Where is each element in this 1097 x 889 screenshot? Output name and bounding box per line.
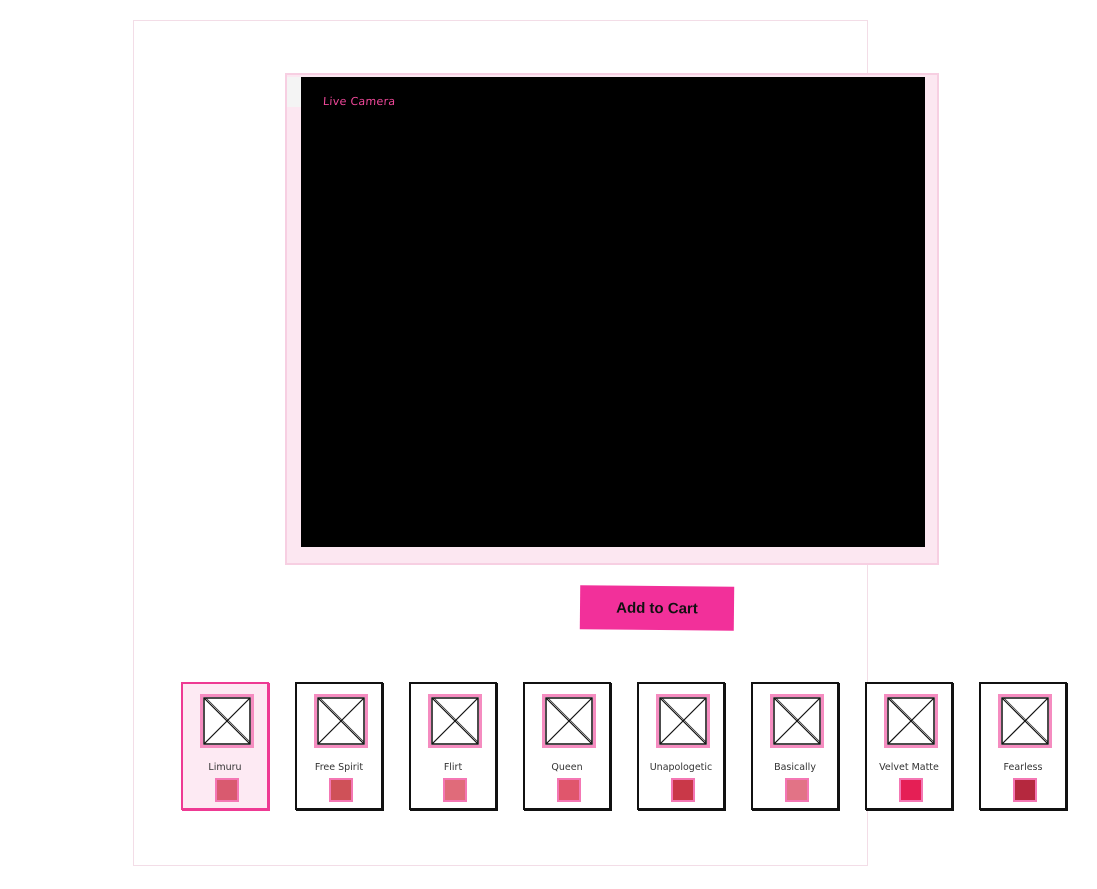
live-camera-view[interactable] — [301, 77, 925, 547]
shade-color-swatch — [671, 778, 695, 802]
image-placeholder-icon — [314, 694, 368, 748]
shade-color-swatch — [557, 778, 581, 802]
image-placeholder-icon — [884, 694, 938, 748]
image-placeholder-icon — [656, 694, 710, 748]
shade-card[interactable]: Velvet Matte — [865, 682, 953, 810]
shade-color-swatch — [215, 778, 239, 802]
shade-name: Basically — [774, 762, 816, 773]
shade-color-swatch — [329, 778, 353, 802]
shade-color-swatch — [1013, 778, 1037, 802]
shade-card[interactable]: Limuru — [181, 682, 269, 810]
shade-color-swatch — [443, 778, 467, 802]
shade-name: Free Spirit — [314, 762, 364, 773]
image-placeholder-icon — [428, 694, 482, 748]
page: Live Camera Add to Cart Limuru Free Spiri… — [0, 0, 1097, 889]
image-placeholder-icon — [200, 694, 254, 748]
shade-card[interactable]: Queen — [523, 682, 611, 810]
shade-card[interactable]: Flirt — [409, 682, 497, 810]
shade-name: Unapologetic — [649, 762, 713, 773]
shade-card[interactable]: Fearless — [979, 682, 1067, 810]
shade-card[interactable]: Basically — [751, 682, 839, 810]
image-placeholder-icon — [542, 694, 596, 748]
shade-name: Limuru — [208, 762, 242, 773]
shade-name: Fearless — [1003, 762, 1043, 773]
add-to-cart-button[interactable]: Add to Cart — [579, 585, 735, 631]
shade-card[interactable]: Free Spirit — [295, 682, 383, 810]
camera-label: Live Camera — [322, 95, 396, 108]
shade-name: Velvet Matte — [879, 762, 939, 773]
image-placeholder-icon — [770, 694, 824, 748]
shade-name: Flirt — [443, 762, 463, 773]
shade-color-swatch — [785, 778, 809, 802]
shade-name: Queen — [551, 762, 583, 773]
shade-color-swatch — [899, 778, 923, 802]
image-placeholder-icon — [998, 694, 1052, 748]
shade-card[interactable]: Unapologetic — [637, 682, 725, 810]
camera-panel: Live Camera — [285, 73, 939, 565]
